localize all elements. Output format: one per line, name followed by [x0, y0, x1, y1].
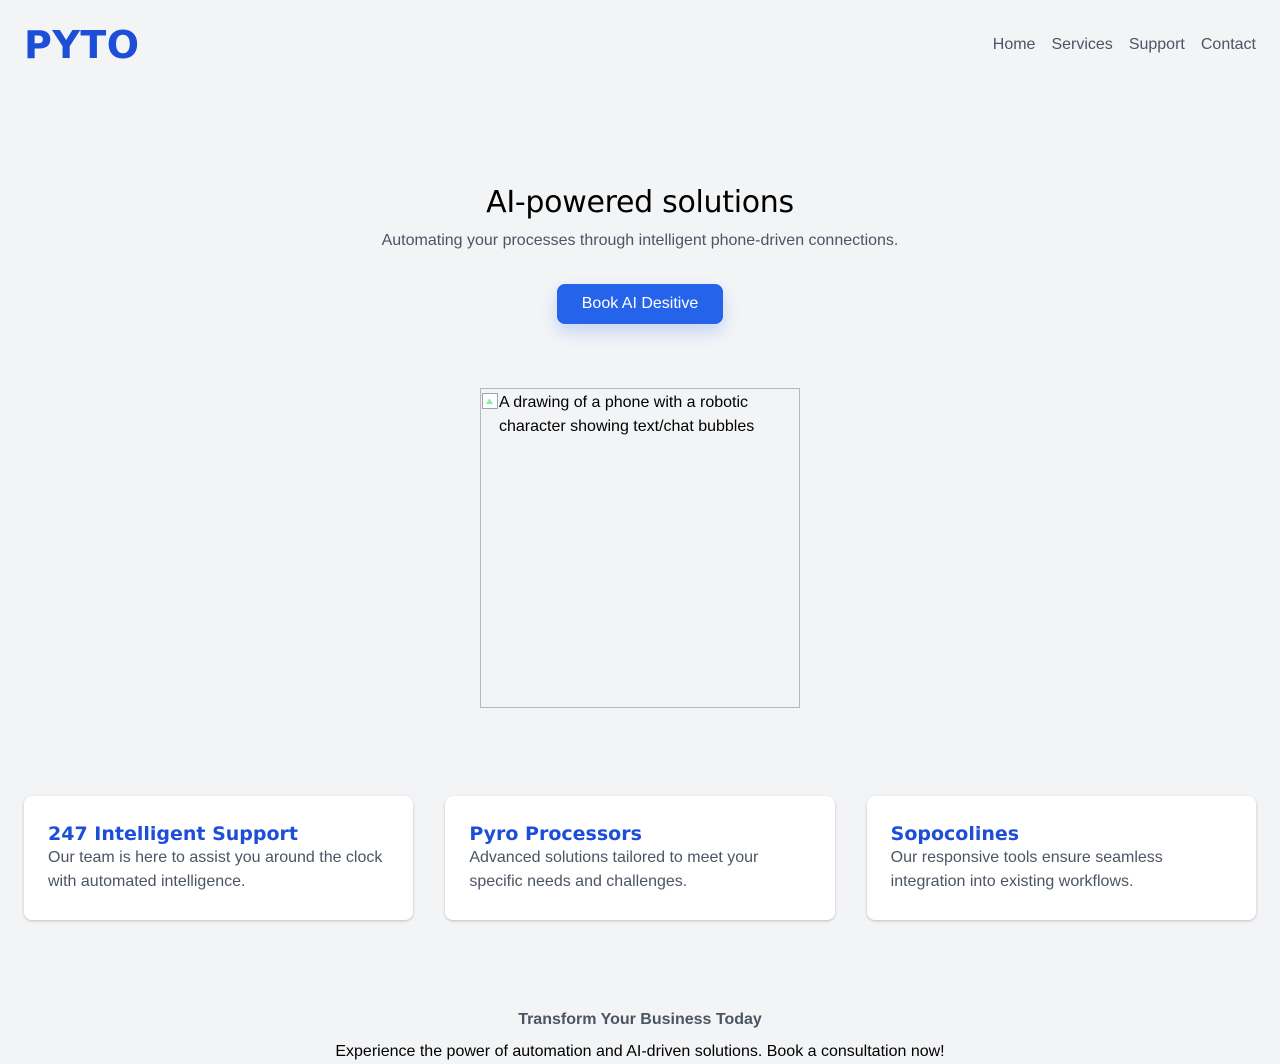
feature-card-sopocolines: Sopocolines Our responsive tools ensure … [866, 796, 1256, 920]
broken-image-icon [482, 393, 498, 409]
nav-item-services[interactable]: Services [1051, 36, 1112, 54]
hero-image-placeholder: A drawing of a phone with a robotic char… [480, 388, 800, 708]
book-button[interactable]: Book AI Desitive [557, 284, 723, 324]
nav-item-home[interactable]: Home [993, 36, 1036, 54]
feature-card-title: Pyro Processors [469, 823, 642, 845]
nav-item-contact[interactable]: Contact [1201, 36, 1256, 54]
feature-card-text: Our team is here to assist you around th… [48, 849, 383, 890]
feature-card-text: Our responsive tools ensure seamless int… [890, 849, 1163, 890]
footer-cta-text: Experience the power of automation and A… [335, 1043, 945, 1060]
feature-card-text: Advanced solutions tailored to meet your… [469, 849, 759, 890]
nav-item-support[interactable]: Support [1129, 36, 1185, 54]
brand-logo[interactable]: PYTO [24, 23, 140, 67]
hero-title: AI-powered solutions [486, 185, 794, 220]
feature-card-support: 247 Intelligent Support Our team is here… [24, 796, 414, 920]
hero-image-alt-text: A drawing of a phone with a robotic char… [499, 394, 755, 435]
footer-cta-section: Transform Your Business Today Experience… [0, 1008, 1280, 1064]
hero-section: AI-powered solutions Automating your pro… [0, 186, 1280, 251]
hero-subtitle: Automating your processes through intell… [381, 232, 899, 249]
feature-card-processors: Pyro Processors Advanced solutions tailo… [445, 796, 835, 920]
features-section: 247 Intelligent Support Our team is here… [24, 796, 1256, 920]
feature-card-title: Sopocolines [890, 823, 1020, 845]
site-header: PYTO Home Services Support Contact [0, 0, 1280, 90]
feature-card-title: 247 Intelligent Support [48, 823, 299, 845]
main-nav: Home Services Support Contact [993, 36, 1256, 54]
hero-image-alt: A drawing of a phone with a robotic char… [482, 391, 798, 439]
footer-cta-title: Transform Your Business Today [518, 1011, 762, 1028]
